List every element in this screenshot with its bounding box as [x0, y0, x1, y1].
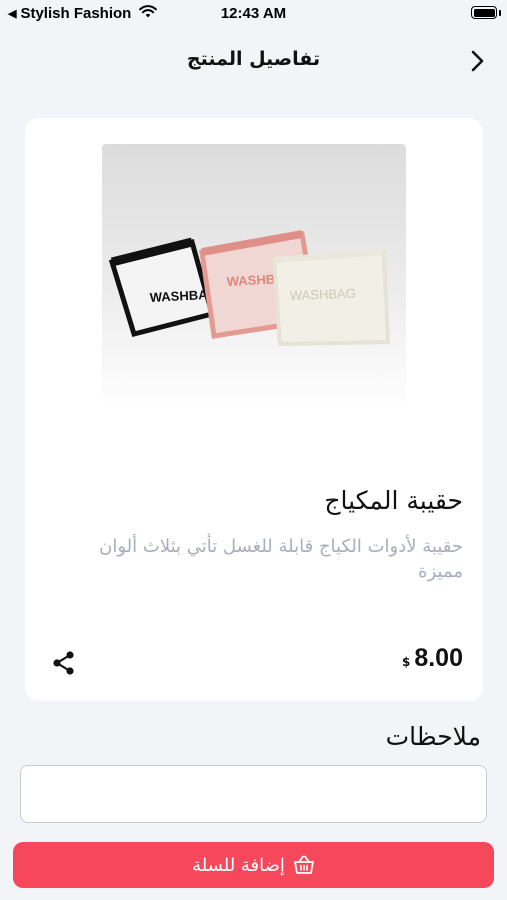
- page-title: تفاصيل المنتج: [186, 48, 321, 70]
- product-image: WASHBAG WASHBAG WASHBAG: [102, 144, 406, 409]
- white-bag-label: WASHBAG: [290, 286, 356, 303]
- notes-label: ملاحظات: [385, 722, 481, 751]
- share-button[interactable]: [51, 650, 77, 676]
- back-button[interactable]: [463, 46, 493, 76]
- add-to-cart-label: إضافة للسلة: [192, 854, 285, 876]
- chevron-right-icon: [471, 50, 484, 72]
- price-row: $ 8.00: [402, 644, 463, 673]
- battery-icon: [471, 6, 497, 19]
- add-to-cart-button[interactable]: إضافة للسلة: [13, 842, 494, 888]
- white-washbag: WASHBAG: [271, 249, 391, 347]
- status-time: 12:43 AM: [220, 5, 287, 22]
- product-price: 8.00: [414, 644, 463, 672]
- status-bar: ◀ Stylish Fashion 12:43 AM: [0, 0, 507, 28]
- currency-symbol: $: [401, 655, 411, 669]
- product-name: حقيبة المكياج: [324, 486, 463, 515]
- share-icon: [53, 651, 74, 675]
- notes-input[interactable]: [20, 765, 487, 823]
- product-card: WASHBAG WASHBAG WASHBAG حقيبة المكياج حق…: [25, 118, 483, 701]
- basket-icon: [294, 855, 314, 874]
- header: تفاصيل المنتج: [0, 40, 507, 84]
- product-description: حقيبة لأدوات الكياج قابلة للغسل تأتي بثل…: [99, 536, 463, 582]
